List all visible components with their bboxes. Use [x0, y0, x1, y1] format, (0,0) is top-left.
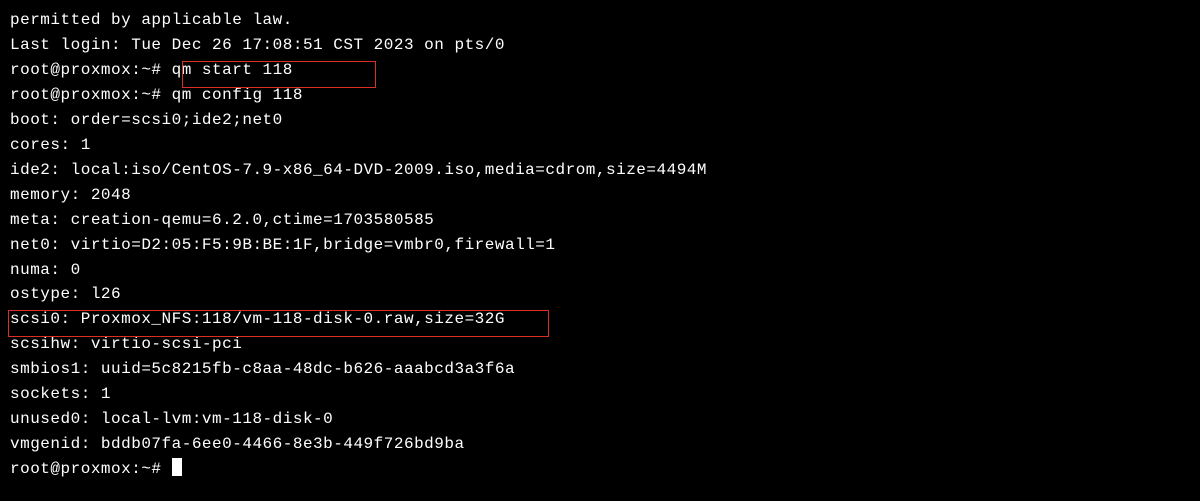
terminal-line-output: memory: 2048 — [10, 183, 1190, 208]
terminal-line-output: vmgenid: bddb07fa-6ee0-4466-8e3b-449f726… — [10, 432, 1190, 457]
terminal-line: permitted by applicable law. — [10, 8, 1190, 33]
terminal-line-output: smbios1: uuid=5c8215fb-c8aa-48dc-b626-aa… — [10, 357, 1190, 382]
terminal-line-output: unused0: local-lvm:vm-118-disk-0 — [10, 407, 1190, 432]
terminal-line-output: ide2: local:iso/CentOS-7.9-x86_64-DVD-20… — [10, 158, 1190, 183]
terminal-line-output: sockets: 1 — [10, 382, 1190, 407]
terminal-line-output-highlighted: scsi0: Proxmox_NFS:118/vm-118-disk-0.raw… — [10, 307, 1190, 332]
terminal-prompt-line[interactable]: root@proxmox:~# — [10, 457, 1190, 482]
terminal-line-command-highlighted: root@proxmox:~# qm config 118 — [10, 83, 1190, 108]
terminal-line-output: cores: 1 — [10, 133, 1190, 158]
terminal-prompt: root@proxmox:~# — [10, 460, 172, 478]
terminal-line: Last login: Tue Dec 26 17:08:51 CST 2023… — [10, 33, 1190, 58]
terminal-line-output: boot: order=scsi0;ide2;net0 — [10, 108, 1190, 133]
terminal-line-output: numa: 0 — [10, 258, 1190, 283]
terminal-line-command: root@proxmox:~# qm start 118 — [10, 58, 1190, 83]
terminal-line-output: net0: virtio=D2:05:F5:9B:BE:1F,bridge=vm… — [10, 233, 1190, 258]
terminal-line-output: ostype: l26 — [10, 282, 1190, 307]
terminal-cursor — [172, 458, 182, 476]
terminal-line-output: meta: creation-qemu=6.2.0,ctime=17035805… — [10, 208, 1190, 233]
terminal-line-output: scsihw: virtio-scsi-pci — [10, 332, 1190, 357]
